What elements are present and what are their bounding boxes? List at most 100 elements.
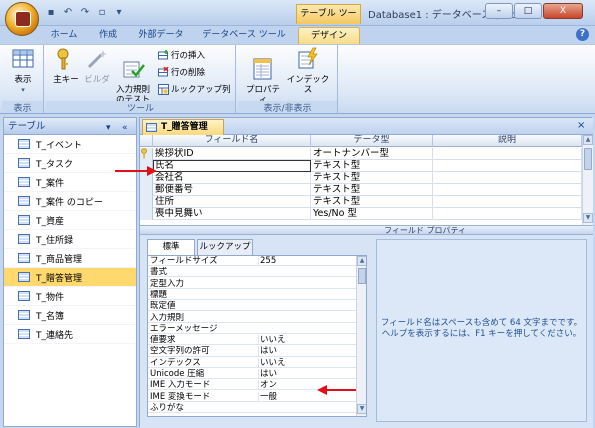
nav-header[interactable]: テーブル ▾ « bbox=[4, 118, 136, 135]
field-name-cell[interactable]: 会社名 bbox=[153, 172, 311, 184]
description-cell[interactable] bbox=[433, 196, 582, 208]
data-type-cell[interactable]: オートナンバー型 bbox=[311, 148, 433, 160]
description-cell[interactable] bbox=[433, 208, 582, 220]
description-cell[interactable] bbox=[433, 148, 582, 160]
row-selector[interactable] bbox=[140, 196, 153, 208]
nav-item[interactable]: T_案件 のコピー bbox=[4, 192, 136, 211]
property-value[interactable]: はい bbox=[258, 369, 356, 379]
property-row[interactable]: 入力規則 bbox=[148, 313, 356, 323]
scroll-up-icon[interactable]: ▲ bbox=[357, 256, 366, 266]
property-row[interactable]: エラーメッセージ bbox=[148, 324, 356, 334]
grid-scrollbar[interactable]: ▲ ▼ bbox=[582, 135, 593, 225]
property-value[interactable]: いいえ bbox=[258, 335, 356, 346]
field-name-cell[interactable]: 郵便番号 bbox=[153, 184, 311, 196]
scroll-thumb[interactable] bbox=[584, 148, 592, 170]
property-value[interactable]: いいえ bbox=[258, 357, 356, 368]
nav-item[interactable]: T_名簿 bbox=[4, 306, 136, 325]
table-row[interactable]: 郵便番号 テキスト型 bbox=[140, 184, 582, 196]
data-type-cell[interactable]: Yes/No 型 bbox=[311, 208, 433, 220]
property-row[interactable]: フィールドサイズ 255 bbox=[148, 256, 356, 267]
property-row[interactable]: ふりがな bbox=[148, 403, 356, 414]
table-row[interactable]: 喪中見舞い Yes/No 型 bbox=[140, 208, 582, 220]
field-name-cell[interactable]: 喪中見舞い bbox=[153, 208, 311, 220]
description-cell[interactable] bbox=[433, 172, 582, 184]
indexes-label: インデックス bbox=[286, 75, 330, 95]
annotation-arrowhead-2 bbox=[317, 385, 327, 395]
tab-general[interactable]: 標準 bbox=[147, 239, 195, 256]
redo-icon[interactable]: ↷ bbox=[78, 6, 92, 20]
nav-collapse-icon[interactable]: « bbox=[122, 120, 128, 137]
scroll-up-icon[interactable]: ▲ bbox=[583, 135, 593, 145]
data-type-cell[interactable]: テキスト型 bbox=[311, 172, 433, 184]
primary-key-button[interactable]: 主キー bbox=[52, 47, 80, 85]
description-cell[interactable] bbox=[433, 184, 582, 196]
property-row[interactable]: 値要求 いいえ bbox=[148, 335, 356, 346]
help-icon[interactable]: ? bbox=[576, 28, 589, 41]
property-row[interactable]: インデックス いいえ bbox=[148, 357, 356, 368]
scroll-down-icon[interactable]: ▼ bbox=[583, 213, 593, 223]
data-type-cell[interactable]: テキスト型 bbox=[311, 184, 433, 196]
tab-home[interactable]: ホーム bbox=[44, 27, 84, 44]
undo-icon[interactable]: ↶ bbox=[61, 6, 75, 20]
table-row[interactable]: 会社名 テキスト型 bbox=[140, 172, 582, 184]
property-value[interactable]: 一般 bbox=[258, 391, 356, 402]
tab-create[interactable]: 作成 bbox=[92, 27, 124, 44]
field-name-cell[interactable]: 氏名 bbox=[153, 160, 311, 172]
minimize-button[interactable]: – bbox=[485, 3, 513, 19]
tab-design[interactable]: デザイン bbox=[298, 27, 360, 44]
help-text: フィールド名はスペースも含めて 64 文字までです。 ヘルプを表示するには、F1… bbox=[380, 318, 583, 339]
customize-icon[interactable]: ▾ bbox=[112, 6, 126, 20]
view-button[interactable]: 表示 ▾ bbox=[5, 47, 41, 95]
property-row[interactable]: 標題 bbox=[148, 290, 356, 301]
nav-item[interactable]: T_商品管理 bbox=[4, 249, 136, 268]
tab-database-tools[interactable]: データベース ツール bbox=[198, 27, 290, 44]
field-properties-bar: フィールド プロパティ bbox=[140, 225, 593, 235]
tab-external-data[interactable]: 外部データ bbox=[132, 27, 190, 44]
ribbon-tabs: ホーム 作成 外部データ データベース ツール デザイン bbox=[0, 26, 595, 44]
table-row[interactable]: 氏名 テキスト型 bbox=[140, 160, 582, 172]
nav-item[interactable]: T_案件 bbox=[4, 173, 136, 192]
property-row[interactable]: 既定値 bbox=[148, 301, 356, 312]
new-icon[interactable]: ▫ bbox=[95, 6, 109, 20]
builder-button[interactable]: ビルダ bbox=[84, 47, 110, 85]
delete-row-button[interactable]: 行の削除 bbox=[158, 65, 205, 79]
property-row[interactable]: Unicode 圧縮 はい bbox=[148, 369, 356, 380]
primary-key-icon[interactable] bbox=[140, 148, 153, 160]
property-row[interactable]: 定型入力 bbox=[148, 279, 356, 289]
document-tab[interactable]: T_贈答管理 bbox=[142, 119, 224, 135]
nav-item[interactable]: T_連絡先 bbox=[4, 325, 136, 344]
scroll-down-icon[interactable]: ▼ bbox=[357, 404, 366, 414]
nav-item[interactable]: T_贈答管理 bbox=[4, 268, 136, 287]
save-icon[interactable]: ▪ bbox=[44, 6, 58, 20]
tab-lookup[interactable]: ルックアップ bbox=[197, 239, 253, 255]
nav-item[interactable]: T_資産 bbox=[4, 211, 136, 230]
property-value[interactable]: はい bbox=[258, 346, 356, 357]
table-row[interactable]: 挨拶状ID オートナンバー型 bbox=[140, 148, 582, 160]
property-value[interactable]: 255 bbox=[258, 256, 356, 266]
description-cell[interactable] bbox=[433, 160, 582, 172]
insert-row-button[interactable]: 行の挿入 bbox=[158, 48, 205, 62]
close-button[interactable]: X bbox=[543, 3, 583, 19]
property-row[interactable]: 空文字列の許可 はい bbox=[148, 346, 356, 357]
indexes-button[interactable]: インデックス bbox=[284, 47, 332, 95]
table-row[interactable]: 住所 テキスト型 bbox=[140, 196, 582, 208]
nav-item[interactable]: T_住所録 bbox=[4, 230, 136, 249]
close-document-icon[interactable]: × bbox=[577, 120, 585, 131]
row-selector[interactable] bbox=[140, 184, 153, 196]
nav-item[interactable]: T_イベント bbox=[4, 135, 136, 154]
data-type-cell[interactable]: テキスト型 bbox=[311, 160, 433, 172]
maximize-button[interactable]: □ bbox=[514, 3, 542, 19]
field-name-cell[interactable]: 挨拶状ID bbox=[153, 148, 311, 160]
table-design-window: T_贈答管理 × フィールド名 データ型 説明 挨拶状ID オートナンバー型 氏名テ… bbox=[139, 117, 593, 428]
nav-item[interactable]: T_物件 bbox=[4, 287, 136, 306]
table-icon bbox=[18, 329, 30, 339]
scroll-thumb[interactable] bbox=[358, 268, 366, 284]
property-row[interactable]: 書式 bbox=[148, 267, 356, 278]
nav-dropdown-icon[interactable]: ▾ bbox=[106, 120, 111, 137]
properties-scrollbar[interactable]: ▲ ▼ bbox=[356, 256, 366, 416]
row-selector[interactable] bbox=[140, 208, 153, 220]
data-type-cell[interactable]: テキスト型 bbox=[311, 196, 433, 208]
lookup-column-button[interactable]: ルックアップ列 bbox=[158, 82, 231, 96]
field-name-cell[interactable]: 住所 bbox=[153, 196, 311, 208]
office-button[interactable] bbox=[5, 2, 39, 36]
